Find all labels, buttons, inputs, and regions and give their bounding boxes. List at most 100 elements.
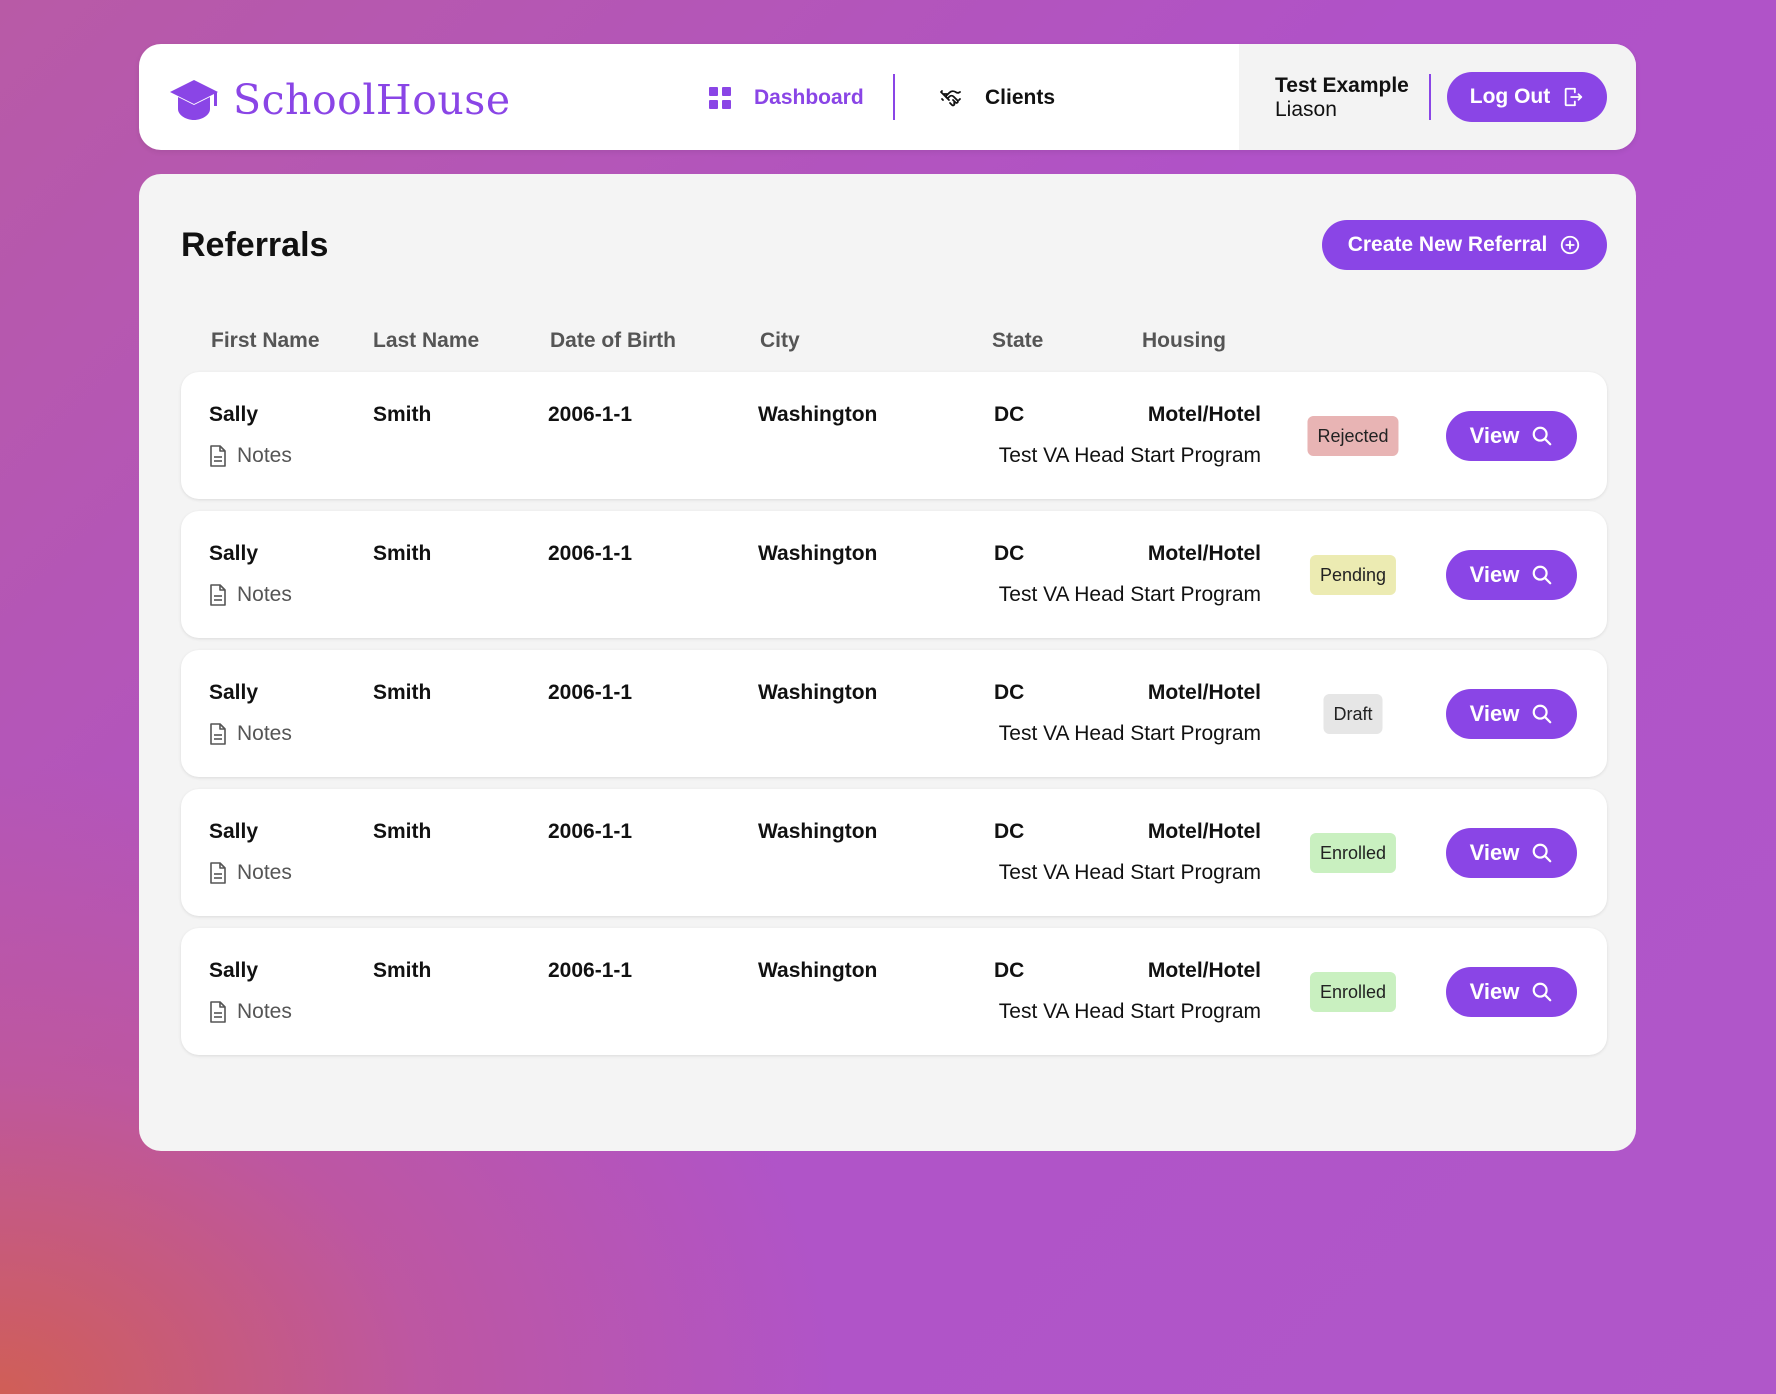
logout-label: Log Out	[1469, 85, 1551, 108]
col-header-first-name: First Name	[211, 329, 320, 352]
create-referral-button[interactable]: Create New Referral	[1322, 220, 1607, 270]
search-icon	[1533, 565, 1552, 585]
col-header-dob: Date of Birth	[550, 329, 676, 352]
user-role: Liason	[1275, 98, 1337, 121]
document-icon	[210, 445, 226, 467]
program-name: Test VA Head Start Program	[998, 444, 1261, 467]
view-label: View	[1469, 562, 1520, 587]
status-badge: Draft	[1323, 694, 1383, 734]
grid-icon	[709, 87, 731, 109]
city: Washington	[758, 681, 878, 704]
housing: Motel/Hotel	[1147, 959, 1261, 982]
first-name: Sally	[209, 681, 259, 704]
first-name: Sally	[209, 820, 259, 843]
referral-row: Sally Smith 2006-1-1 Washington DC Motel…	[181, 928, 1607, 1055]
view-label: View	[1469, 979, 1520, 1004]
create-referral-label: Create New Referral	[1347, 233, 1548, 256]
page-title: Referrals	[181, 226, 329, 264]
housing: Motel/Hotel	[1147, 820, 1261, 843]
last-name: Smith	[373, 959, 432, 982]
user-divider	[1429, 74, 1431, 120]
view-label: View	[1469, 840, 1520, 865]
view-label: View	[1469, 701, 1520, 726]
col-header-last-name: Last Name	[373, 329, 480, 352]
plus-circle-icon	[1561, 235, 1580, 255]
view-button[interactable]: View	[1446, 689, 1577, 739]
program-name: Test VA Head Start Program	[998, 1000, 1261, 1023]
status-badge: Enrolled	[1309, 972, 1397, 1012]
logout-icon	[1564, 87, 1583, 107]
last-name: Smith	[373, 820, 432, 843]
status-badge: Pending	[1309, 555, 1397, 595]
nav-dashboard[interactable]: Dashboard	[709, 82, 864, 114]
col-header-housing: Housing	[1142, 329, 1226, 352]
referral-row: Sally Smith 2006-1-1 Washington DC Motel…	[181, 372, 1607, 499]
notes-label: Notes	[237, 722, 292, 745]
state: DC	[994, 542, 1025, 565]
dob: 2006-1-1	[548, 403, 633, 426]
col-header-state: State	[992, 329, 1044, 352]
view-button[interactable]: View	[1446, 550, 1577, 600]
nav-divider	[893, 74, 895, 120]
program-name: Test VA Head Start Program	[998, 722, 1261, 745]
status-badge: Enrolled	[1309, 833, 1397, 873]
state: DC	[994, 820, 1025, 843]
view-label: View	[1469, 423, 1520, 448]
dob: 2006-1-1	[548, 542, 633, 565]
nav-clients-label: Clients	[985, 86, 1056, 109]
housing: Motel/Hotel	[1147, 403, 1261, 426]
notes-link[interactable]: Notes	[209, 861, 292, 885]
view-button[interactable]: View	[1446, 967, 1577, 1017]
nav-dashboard-label: Dashboard	[754, 86, 864, 109]
referral-row: Sally Smith 2006-1-1 Washington DC Motel…	[181, 650, 1607, 777]
document-icon	[210, 1001, 226, 1023]
document-icon	[210, 862, 226, 884]
graduation-cap-icon	[170, 80, 218, 120]
dob: 2006-1-1	[548, 959, 633, 982]
logout-button[interactable]: Log Out	[1447, 72, 1607, 122]
state: DC	[994, 403, 1025, 426]
notes-label: Notes	[237, 583, 292, 606]
first-name: Sally	[209, 403, 259, 426]
search-icon	[1533, 843, 1552, 863]
view-button[interactable]: View	[1446, 828, 1577, 878]
program-name: Test VA Head Start Program	[998, 861, 1261, 884]
search-icon	[1533, 426, 1552, 446]
referral-row: Sally Smith 2006-1-1 Washington DC Motel…	[181, 511, 1607, 638]
notes-link[interactable]: Notes	[209, 583, 292, 607]
document-icon	[210, 723, 226, 745]
user-name: Test Example	[1275, 74, 1409, 97]
first-name: Sally	[209, 542, 259, 565]
view-button[interactable]: View	[1446, 411, 1577, 461]
notes-label: Notes	[237, 861, 292, 884]
user-area: Test Example Liason Log Out	[1239, 44, 1636, 150]
status-badge: Rejected	[1307, 416, 1399, 456]
handshake-icon	[940, 90, 961, 107]
city: Washington	[758, 959, 878, 982]
nav-clients[interactable]: Clients	[939, 82, 1055, 114]
dob: 2006-1-1	[548, 681, 633, 704]
notes-label: Notes	[237, 444, 292, 467]
last-name: Smith	[373, 681, 432, 704]
referral-row: Sally Smith 2006-1-1 Washington DC Motel…	[181, 789, 1607, 916]
state: DC	[994, 681, 1025, 704]
search-icon	[1533, 704, 1552, 724]
search-icon	[1533, 982, 1552, 1002]
app-name: SchoolHouse	[233, 75, 511, 124]
document-icon	[210, 584, 226, 606]
last-name: Smith	[373, 542, 432, 565]
city: Washington	[758, 820, 878, 843]
notes-link[interactable]: Notes	[209, 1000, 292, 1024]
col-header-city: City	[760, 329, 800, 352]
app-logo[interactable]: SchoolHouse	[169, 78, 511, 122]
referrals-card: Referrals Create New Referral First Name…	[139, 174, 1636, 1151]
housing: Motel/Hotel	[1147, 542, 1261, 565]
state: DC	[994, 959, 1025, 982]
notes-label: Notes	[237, 1000, 292, 1023]
notes-link[interactable]: Notes	[209, 722, 292, 746]
city: Washington	[758, 403, 878, 426]
city: Washington	[758, 542, 878, 565]
last-name: Smith	[373, 403, 432, 426]
notes-link[interactable]: Notes	[209, 444, 292, 468]
housing: Motel/Hotel	[1147, 681, 1261, 704]
